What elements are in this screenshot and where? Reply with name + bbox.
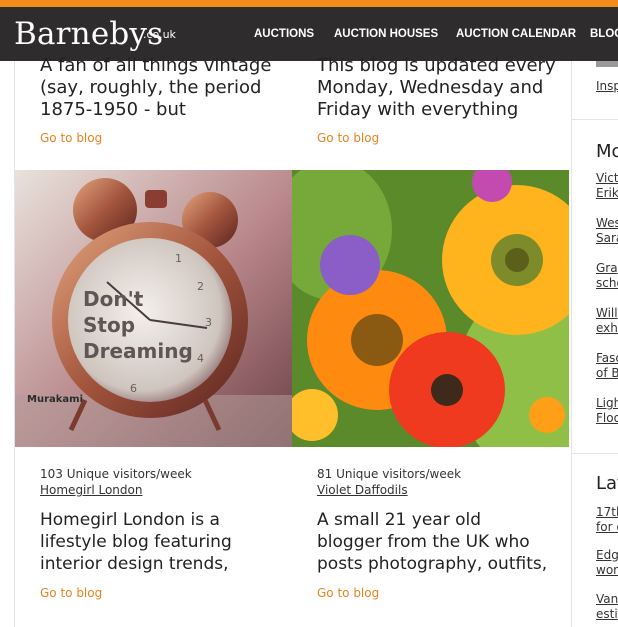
nav-auction-houses[interactable]: AUCTION HOUSES (334, 28, 438, 40)
card-title-line: Homegirl London is a (40, 510, 220, 530)
go-to-blog-link[interactable]: Go to blog (40, 586, 102, 600)
svg-text:6: 6 (130, 382, 137, 395)
top-accent-strip (0, 0, 618, 7)
sidebar-article-link[interactable]: Willexhi (596, 306, 618, 336)
card-excerpt-line: Monday, Wednesday and (317, 77, 544, 98)
sidebar-article-link[interactable]: Van esti (596, 592, 618, 622)
right-sidebar: Insp Mo VictErik WesSara Grayscho Willex… (572, 61, 618, 627)
sidebar-link[interactable]: Insp (596, 79, 618, 94)
card-excerpt-line: Friday with everything (317, 99, 519, 120)
image-brand-text: Murakami (27, 394, 83, 405)
card-excerpt-line: (say, roughly, the period (40, 77, 262, 98)
go-to-blog-link[interactable]: Go to blog (317, 586, 379, 600)
image-overlay-text: Stop (83, 313, 135, 337)
sidebar-article-link[interactable]: 17thfor c (596, 505, 618, 535)
svg-text:1: 1 (175, 252, 182, 265)
go-to-blog-link[interactable]: Go to blog (40, 131, 102, 145)
card-excerpt-line: A fan of all things vintage (40, 55, 272, 76)
nav-auction-calendar[interactable]: AUCTION CALENDAR (456, 28, 576, 40)
image-overlay-text: Don't (83, 287, 144, 311)
sidebar-article-link[interactable]: Vict Erik (596, 171, 618, 201)
top-navbar: Barnebys .co.uk AUCTIONS AUCTION HOUSES … (0, 7, 618, 61)
sidebar-article-link[interactable]: Grayscho (596, 261, 618, 291)
go-to-blog-link[interactable]: Go to blog (317, 131, 379, 145)
flowers-image (292, 170, 569, 447)
card-title-line: lifestyle blog featuring (40, 532, 232, 552)
nav-auctions[interactable]: AUCTIONS (254, 28, 314, 40)
sidebar-separator (572, 453, 618, 454)
svg-text:2: 2 (197, 280, 204, 293)
visitors-count: 103 Unique visitors/week (40, 467, 192, 481)
card-title-line: blogger from the UK who (317, 532, 530, 552)
brand-logo[interactable]: Barnebys (14, 16, 163, 52)
nav-blog[interactable]: BLOG (590, 28, 618, 40)
sidebar-article-link[interactable]: Ligh Floo (596, 396, 618, 426)
svg-text:4: 4 (197, 352, 204, 365)
sidebar-heading: Lat (596, 473, 618, 494)
sidebar-thumbnail (596, 61, 618, 67)
card-title-line: interior design trends, (40, 554, 229, 574)
sidebar-separator (572, 119, 618, 120)
blog-image-clock[interactable]: 1 2 3 4 6 Don't Stop Dreaming Murakami (15, 170, 292, 447)
sidebar-article-link[interactable]: Fascof B (596, 351, 618, 381)
blog-name-link[interactable]: Violet Daffodils (317, 483, 408, 497)
svg-text:3: 3 (205, 316, 212, 329)
sidebar-article-link[interactable]: Edg wor (596, 548, 618, 578)
sidebar-heading: Mo (596, 141, 618, 162)
blog-name-link[interactable]: Homegirl London (40, 483, 142, 497)
card-title-line: posts photography, outfits, (317, 554, 548, 574)
alarm-clock-image: 1 2 3 4 6 Don't Stop Dreaming Murakami (15, 170, 292, 447)
card-title-line: A small 21 year old (317, 510, 481, 530)
brand-domain-suffix: .co.uk (143, 28, 176, 41)
card-excerpt-line: 1875-1950 - but (40, 99, 186, 120)
image-overlay-text: Dreaming (83, 339, 193, 363)
card-excerpt-line: This blog is updated every (317, 55, 556, 76)
sidebar-article-link[interactable]: WesSara (596, 216, 618, 246)
blog-image-flowers[interactable] (292, 170, 569, 447)
visitors-count: 81 Unique visitors/week (317, 467, 462, 481)
